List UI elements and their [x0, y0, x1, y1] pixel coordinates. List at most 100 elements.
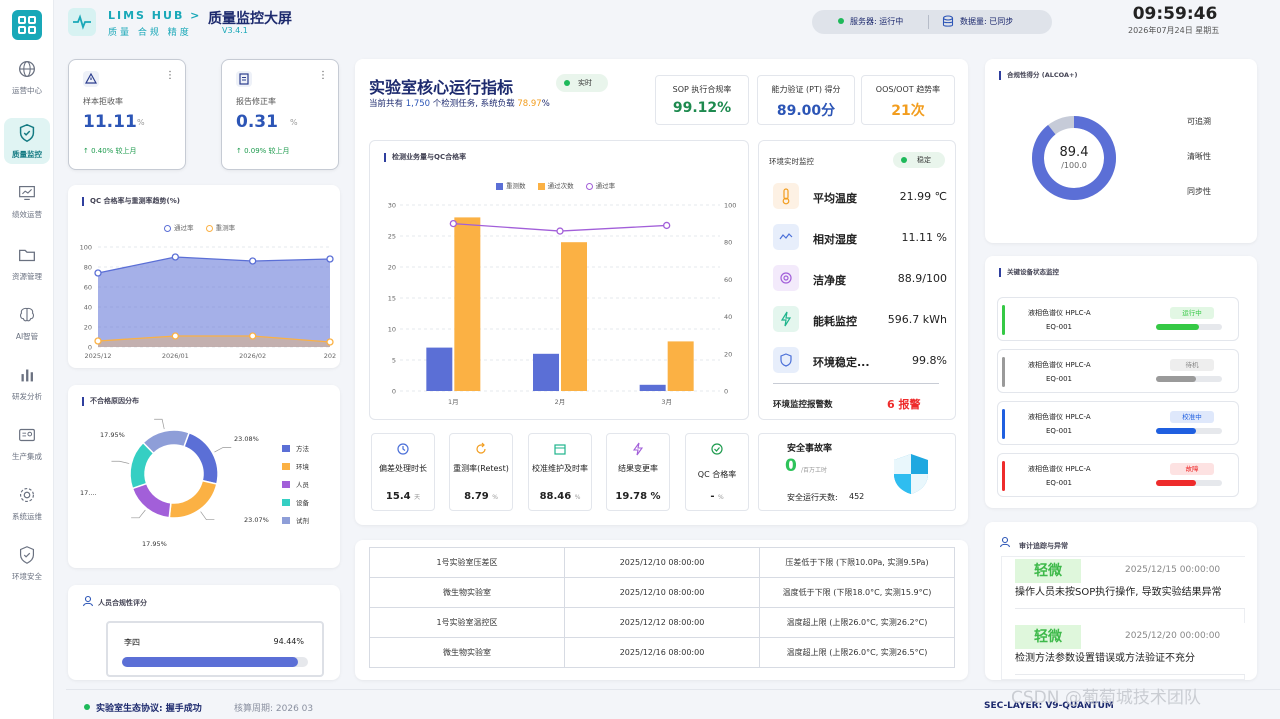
kpi-title: 样本拒收率: [83, 97, 123, 106]
x-tick-label: 2月: [555, 398, 566, 406]
period-label: 核算周期: 2026 03: [234, 704, 314, 714]
env-value: 596.7 kWh: [887, 313, 947, 326]
audit-level: 轻微: [1015, 625, 1081, 649]
calendar-icon: [554, 444, 566, 455]
sidebar-item-sysops[interactable]: 系统运维: [4, 480, 50, 526]
device-row[interactable]: 液相色谱仪 HPLC-A EQ-001 故障: [997, 453, 1239, 497]
alarm-table-scroll[interactable]: 1号实验室压差区 2025/12/10 08:00:00 压差低于下限 (下限10.…: [369, 540, 955, 680]
audit-item[interactable]: 轻微 2025/12/20 00:00:00 检测方法参数设置错误或方法验证不充…: [1015, 623, 1245, 675]
metric-oos[interactable]: OOS/OOT 趋势率 21次: [861, 75, 955, 125]
globe-icon: [19, 61, 35, 77]
legend-marker: [205, 224, 213, 232]
pulse-icon: [68, 8, 96, 36]
bar: [454, 217, 481, 391]
legend-label: 重测率: [215, 224, 236, 232]
metric-retest[interactable]: 重测率(Retest) 8.79 %: [449, 433, 513, 511]
check-circle-icon: [711, 443, 723, 455]
safety-unit: /百万工时: [801, 467, 828, 474]
metric-value: 8.79: [464, 491, 489, 502]
bolt-icon: [773, 306, 799, 332]
data-point: [94, 337, 102, 345]
more-icon[interactable]: ⋮: [165, 70, 175, 81]
score-track: [122, 657, 308, 667]
metric-calibration[interactable]: 校准维护及时率 88.46 %: [528, 433, 592, 511]
thermometer-icon: [773, 183, 799, 209]
document-icon: [236, 71, 252, 87]
sidebar-item-production[interactable]: 生产集成: [4, 420, 50, 466]
legend-marker: [164, 224, 171, 232]
table-cell: 温度超上限 (上限26.0°C, 实测26.5°C): [759, 637, 955, 668]
kpi-card-correction[interactable]: ⋮ 报告修正率 0.31 % ↑ 0.09% 较上月: [221, 59, 339, 170]
alarm-table: 1号实验室压差区 2025/12/10 08:00:00 压差低于下限 (下限10.…: [369, 547, 955, 668]
audit-item[interactable]: 轻微 2025/12/15 00:00:00 操作人员未按SOP执行操作, 导致…: [1015, 557, 1245, 609]
alarm-value: 6 报警: [887, 398, 921, 411]
sidebar-item-label: 研发分析: [12, 392, 42, 401]
sidebar-item-perf[interactable]: 绩效运营: [4, 178, 50, 224]
compliance-card: 合规性得分 (ALCOA+) 89.4 /100.0 可追溯 清晰性 同步性: [985, 59, 1257, 243]
refresh-icon: [476, 442, 486, 454]
y-tick-label: 100: [80, 244, 92, 252]
metric-sop[interactable]: SOP 执行合规率 99.12%: [655, 75, 749, 125]
core-summary: 当前共有 1,750 个检测任务, 系统负载 78.97%: [369, 97, 550, 109]
env-row-stability[interactable]: 环境稳定... 99.8%: [773, 347, 947, 375]
bar-chart-icon: [21, 369, 33, 382]
y-tick-label: 20: [388, 264, 396, 272]
table-row[interactable]: 微生物实验室 2025/12/16 08:00:00 温度超上限 (上限26.0°C…: [369, 637, 955, 668]
table-row[interactable]: 1号实验室压差区 2025/12/10 08:00:00 压差低于下限 (下限10.…: [369, 547, 955, 578]
env-row-cleanliness[interactable]: 洁净度 88.9/100: [773, 265, 947, 293]
sidebar-item-label: 绩效运营: [12, 210, 42, 219]
pie-slice: [168, 479, 218, 519]
y2-tick-label: 40: [724, 313, 732, 321]
bar: [667, 341, 694, 391]
metric-pt[interactable]: 能力验证 (PT) 得分 89.00分: [757, 75, 855, 125]
y-tick-label: 80: [84, 264, 92, 272]
legend-marker: [282, 445, 290, 452]
series-area: [98, 257, 330, 347]
kpi-change: ↑ 0.40% 较上月: [83, 147, 137, 155]
more-icon[interactable]: ⋮: [318, 70, 328, 81]
card-title: 人员合规性评分: [98, 599, 147, 607]
sidebar-item-rnd[interactable]: 研发分析: [4, 360, 50, 406]
personnel-row[interactable]: 李四 94.44%: [106, 621, 324, 677]
sidebar-item-ai[interactable]: AI智管: [4, 300, 50, 346]
env-monitor-card: 环境实时监控 稳定 平均温度 21.99 ℃ 相对湿度 11.11 % 洁净度 …: [758, 140, 956, 420]
table-row[interactable]: 微生物实验室 2025/12/10 08:00:00 温度低于下限 (下限18.0°…: [369, 577, 955, 608]
sidebar-item-quality[interactable]: 质量监控: [4, 118, 50, 164]
brain-icon: [20, 307, 34, 322]
env-row-energy[interactable]: 能耗监控 596.7 kWh: [773, 306, 947, 334]
legend-label: 通过次数: [547, 182, 574, 190]
sidebar-item-resource[interactable]: 资源管理: [4, 240, 50, 286]
metric-change-rate[interactable]: 结果变更率 19.78 %: [606, 433, 670, 511]
device-row[interactable]: 液相色谱仪 HPLC-A EQ-001 校准中: [997, 401, 1239, 445]
kpi-card-rejection[interactable]: ⋮ 样本拒收率 11.11 % ↑ 0.40% 较上月: [68, 59, 186, 170]
metric-qc-rate[interactable]: QC 合格率 - %: [685, 433, 749, 511]
y-tick-label: 5: [392, 357, 396, 365]
monitor-chart-icon: [19, 185, 35, 201]
legend-marker: [282, 499, 290, 506]
sidebar-item-envsafety[interactable]: 环境安全: [4, 540, 50, 586]
env-row-humidity[interactable]: 相对湿度 11.11 %: [773, 224, 947, 252]
label-leader: [131, 509, 146, 519]
env-name: 平均温度: [813, 192, 857, 205]
env-row-temp[interactable]: 平均温度 21.99 ℃: [773, 183, 947, 211]
device-name: 液相色谱仪 HPLC-A: [1028, 361, 1091, 369]
card-title: QC 合格率与重测率趋势(%): [82, 197, 180, 206]
legend-label: 重测数: [506, 182, 526, 190]
sidebar-item-ops[interactable]: 运营中心: [4, 54, 50, 100]
sidebar-item-label: AI智管: [15, 332, 39, 341]
table-cell: 温度低于下限 (下限18.0°C, 实测15.9°C): [759, 577, 955, 608]
device-row[interactable]: 液相色谱仪 HPLC-A EQ-001 运行中: [997, 297, 1239, 341]
table-cell: 温度超上限 (上限26.0°C, 实测26.2°C): [759, 607, 955, 638]
x-tick-label: 2026/01: [162, 352, 189, 360]
metric-deviation[interactable]: 偏差处理时长 15.4 天: [371, 433, 435, 511]
device-row[interactable]: 液相色谱仪 HPLC-A EQ-001 待机: [997, 349, 1239, 393]
env-name: 能耗监控: [813, 315, 857, 328]
kpi-unit: %: [137, 118, 145, 127]
chart-legend: 通过率 重测率: [164, 222, 235, 232]
app-grid-icon[interactable]: [12, 10, 42, 40]
y2-tick-label: 100: [724, 202, 736, 210]
label-leader: [111, 460, 130, 464]
env-status-badge: 稳定: [893, 152, 945, 168]
table-row[interactable]: 1号实验室温控区 2025/12/12 08:00:00 温度超上限 (上限26.0…: [369, 607, 955, 638]
device-progress-track: [1156, 376, 1222, 382]
